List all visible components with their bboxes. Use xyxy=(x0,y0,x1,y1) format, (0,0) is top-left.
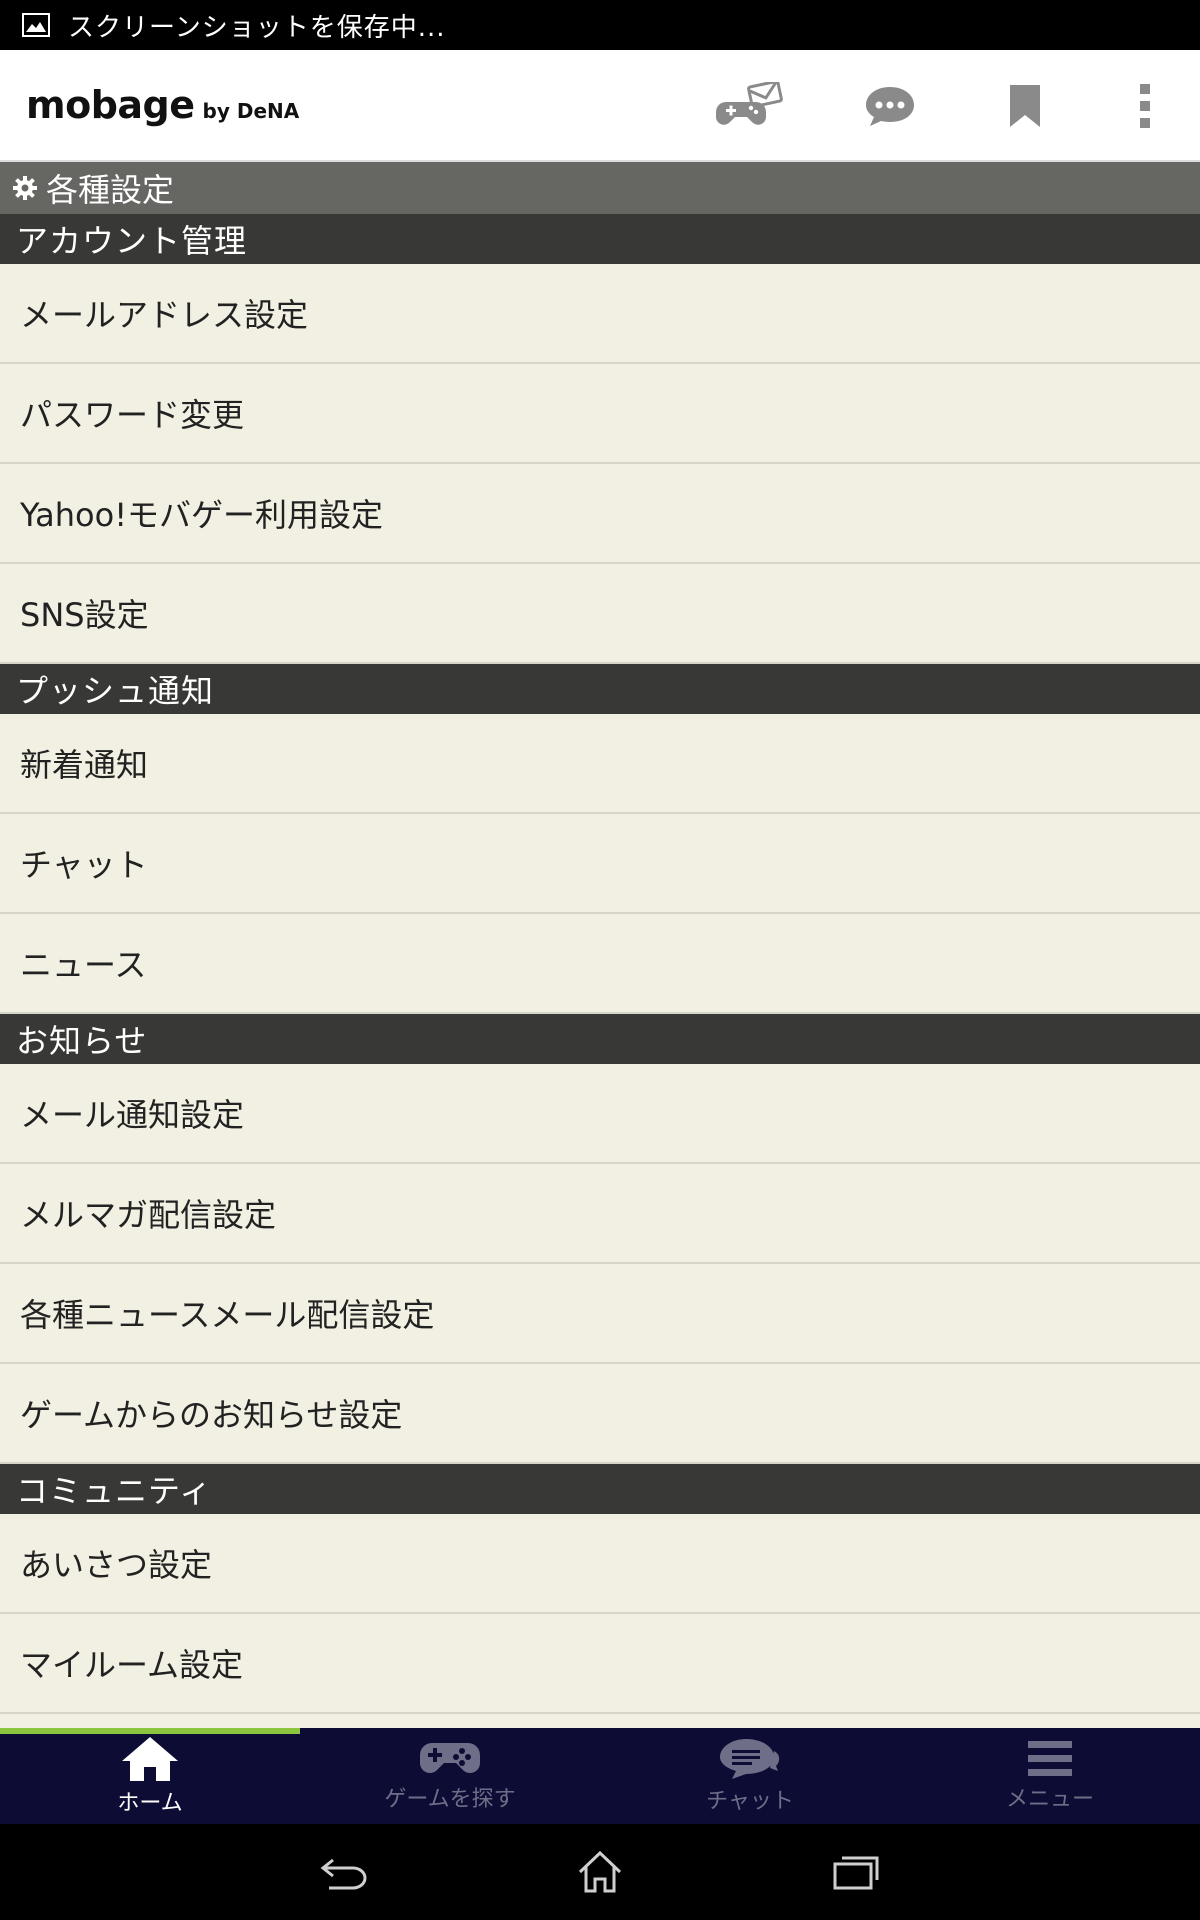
overflow-menu-button[interactable] xyxy=(1090,50,1200,162)
gear-icon xyxy=(13,176,37,200)
app-header: mobage by DeNA xyxy=(0,50,1200,162)
list-item-news-mail-settings[interactable]: 各種ニュースメール配信設定 xyxy=(0,1264,1200,1364)
chat-bubble-icon xyxy=(866,87,914,126)
bookmark-icon xyxy=(1010,85,1040,127)
page-title: 各種設定 xyxy=(46,171,175,209)
section-header-community: コミュニティ xyxy=(0,1464,1200,1514)
list-item-sns-settings[interactable]: SNS設定 xyxy=(0,564,1200,664)
system-home-icon xyxy=(578,1850,622,1893)
page-title-bar: 各種設定 xyxy=(0,162,1200,214)
list-item-game-notice-settings[interactable]: ゲームからのお知らせ設定 xyxy=(0,1364,1200,1464)
game-mail-icon xyxy=(716,82,783,125)
list-item-newsletter-settings[interactable]: メルマガ配信設定 xyxy=(0,1164,1200,1264)
logo-main: mobage xyxy=(26,83,195,127)
home-icon xyxy=(122,1737,178,1781)
section-header-account: アカウント管理 xyxy=(0,214,1200,264)
bottom-nav: ホーム ゲームを探す チャット メニュー xyxy=(0,1728,1200,1824)
back-button[interactable] xyxy=(216,1824,472,1920)
screenshot-icon xyxy=(22,13,50,37)
bookmark-button[interactable] xyxy=(960,50,1090,162)
section-header-push: プッシュ通知 xyxy=(0,664,1200,714)
status-text: スクリーンショットを保存中... xyxy=(68,12,446,43)
nav-find-games-label: ゲームを探す xyxy=(384,1787,516,1812)
nav-home[interactable]: ホーム xyxy=(0,1728,300,1824)
chat-icon xyxy=(720,1739,780,1779)
mobage-logo[interactable]: mobage by DeNA xyxy=(26,83,299,127)
list-item-password-change[interactable]: パスワード変更 xyxy=(0,364,1200,464)
list-item-email-settings[interactable]: メールアドレス設定 xyxy=(0,264,1200,364)
list-item-greeting-settings[interactable]: あいさつ設定 xyxy=(0,1514,1200,1614)
nav-menu-label: メニュー xyxy=(1005,1787,1094,1812)
list-item-chat[interactable]: チャット xyxy=(0,814,1200,914)
list-item-mail-notification-settings[interactable]: メール通知設定 xyxy=(0,1064,1200,1164)
list-item-myroom-settings[interactable]: マイルーム設定 xyxy=(0,1614,1200,1714)
status-bar: スクリーンショットを保存中... xyxy=(0,0,1200,50)
active-tab-indicator xyxy=(0,1728,300,1734)
recents-icon xyxy=(833,1856,879,1890)
header-actions xyxy=(680,50,1200,162)
list-item-new-notifications[interactable]: 新着通知 xyxy=(0,714,1200,814)
chat-button[interactable] xyxy=(820,50,960,162)
nav-home-label: ホーム xyxy=(117,1791,183,1816)
nav-menu[interactable]: メニュー xyxy=(900,1728,1200,1824)
game-mail-button[interactable] xyxy=(680,50,820,162)
home-button[interactable] xyxy=(472,1824,728,1920)
settings-list: アカウント管理 メールアドレス設定 パスワード変更 Yahoo!モバゲー利用設定… xyxy=(0,214,1200,1728)
hamburger-icon xyxy=(1028,1741,1072,1776)
section-header-notices: お知らせ xyxy=(0,1014,1200,1064)
system-nav-bar xyxy=(0,1824,1200,1920)
overflow-menu-icon xyxy=(1140,84,1150,128)
recents-button[interactable] xyxy=(728,1824,984,1920)
gamepad-icon xyxy=(420,1743,480,1773)
list-item-news[interactable]: ニュース xyxy=(0,914,1200,1014)
logo-sub: by DeNA xyxy=(202,99,300,123)
back-icon xyxy=(320,1858,367,1890)
nav-chat-label: チャット xyxy=(706,1789,794,1814)
nav-chat[interactable]: チャット xyxy=(600,1728,900,1824)
list-item-yahoo-mobage-settings[interactable]: Yahoo!モバゲー利用設定 xyxy=(0,464,1200,564)
nav-find-games[interactable]: ゲームを探す xyxy=(300,1728,600,1824)
